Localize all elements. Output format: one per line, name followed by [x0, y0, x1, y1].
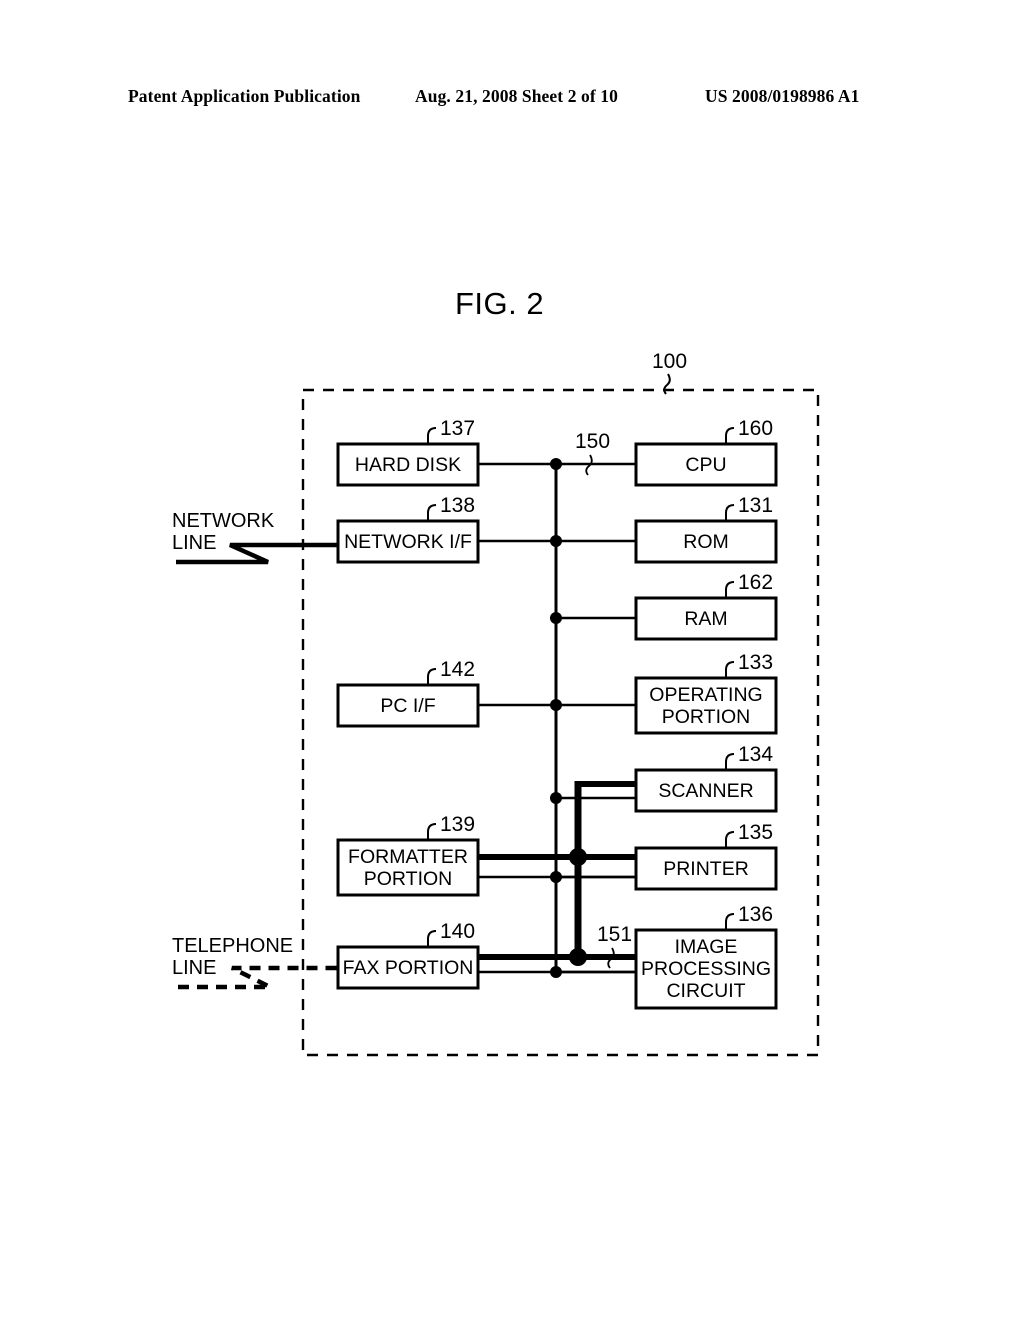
telephone-line-label-2: LINE — [172, 957, 216, 979]
block-pc-if-label: PC I/F — [380, 695, 435, 717]
block-diagram: 100 150 151 HARD DISK 137 NETWORK I/F 13… — [172, 350, 820, 1057]
block-operating-portion-label-1: OPERATING — [649, 684, 762, 706]
block-formatter-portion-label-1: FORMATTER — [348, 846, 468, 868]
block-image-processing-circuit: IMAGE PROCESSING CIRCUIT 136 — [556, 903, 778, 1010]
network-line-connector: NETWORK LINE — [172, 510, 338, 565]
junction-dot — [550, 535, 562, 547]
block-network-if-label: NETWORK I/F — [344, 531, 472, 553]
block-rom-label: ROM — [683, 531, 729, 553]
ref-139: 139 — [440, 813, 475, 836]
block-hard-disk: HARD DISK 137 — [336, 417, 556, 487]
telephone-line-label-1: TELEPHONE — [172, 935, 293, 957]
junction-dot-thick — [569, 948, 587, 966]
ref-135-leader — [725, 831, 735, 848]
ref-133: 133 — [738, 651, 773, 674]
ref-137: 137 — [440, 417, 475, 440]
block-ram: RAM 162 — [556, 571, 778, 641]
ref-131-leader — [725, 504, 735, 521]
ref-160-leader — [725, 427, 735, 444]
block-fax-portion-label: FAX PORTION — [343, 957, 474, 979]
ref-142: 142 — [440, 658, 475, 681]
block-printer-label: PRINTER — [663, 858, 749, 880]
block-image-processing-circuit-label-3: CIRCUIT — [666, 980, 745, 1002]
block-operating-portion: OPERATING PORTION 133 — [556, 651, 778, 735]
ref-140: 140 — [440, 920, 475, 943]
ref-100: 100 — [652, 350, 687, 373]
patent-page: Patent Application Publication Aug. 21, … — [0, 0, 1024, 1320]
junction-dot — [550, 458, 562, 470]
network-line-label-1: NETWORK — [172, 510, 275, 532]
block-network-if: NETWORK I/F 138 — [336, 494, 556, 564]
block-cpu-label: CPU — [685, 454, 726, 476]
ref-135: 135 — [738, 821, 773, 844]
network-line-label-2: LINE — [172, 532, 216, 554]
ref-133-leader — [725, 661, 735, 678]
block-hard-disk-label: HARD DISK — [355, 454, 461, 476]
junction-dot — [550, 871, 562, 883]
ref-138: 138 — [440, 494, 475, 517]
block-formatter-portion-label-2: PORTION — [364, 868, 452, 890]
junction-dot — [550, 612, 562, 624]
junction-dot — [550, 699, 562, 711]
ref-162: 162 — [738, 571, 773, 594]
ref-139-leader — [427, 823, 437, 840]
junction-dot — [550, 792, 562, 804]
block-image-processing-circuit-label-1: IMAGE — [675, 936, 738, 958]
block-rom: ROM 131 — [556, 494, 778, 564]
block-scanner: SCANNER 134 — [556, 743, 778, 813]
ref-136: 136 — [738, 903, 773, 926]
ref-162-leader — [725, 581, 735, 598]
block-operating-portion-label-2: PORTION — [662, 706, 750, 728]
block-scanner-label: SCANNER — [658, 780, 753, 802]
ref-140-leader — [427, 930, 437, 947]
telephone-line-connector: TELEPHONE LINE — [172, 935, 338, 990]
ref-151-label: 151 — [597, 923, 632, 946]
junction-dot-thick — [569, 848, 587, 866]
ref-134: 134 — [738, 743, 773, 766]
block-image-processing-circuit-label-2: PROCESSING — [641, 958, 771, 980]
ref-150-label: 150 — [575, 430, 610, 453]
ref-136-leader — [725, 913, 735, 930]
ref-138-leader — [427, 504, 437, 521]
block-ram-label: RAM — [684, 608, 727, 630]
ref-160: 160 — [738, 417, 773, 440]
junction-dot — [550, 966, 562, 978]
ref-134-leader — [725, 753, 735, 770]
ref-142-leader — [427, 668, 437, 685]
ref-137-leader — [427, 427, 437, 444]
block-pc-if: PC I/F 142 — [336, 658, 556, 728]
block-printer: PRINTER 135 — [556, 821, 778, 891]
ref-131: 131 — [738, 494, 773, 517]
